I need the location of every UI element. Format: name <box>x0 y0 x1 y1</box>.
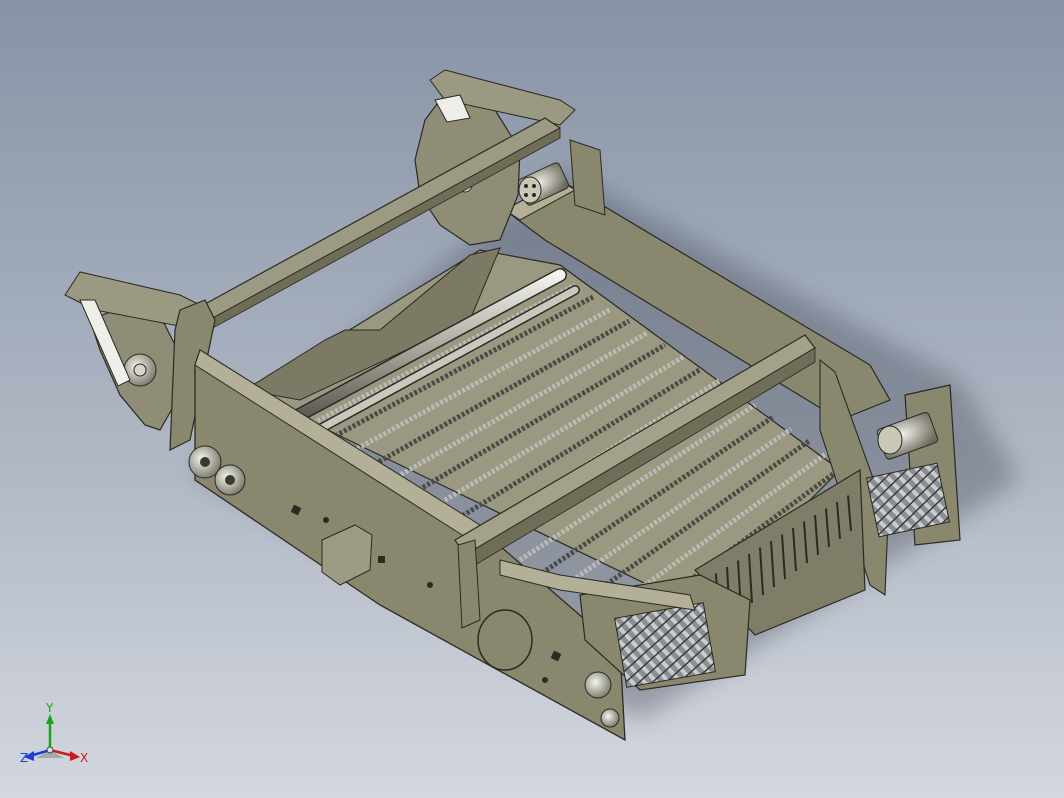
triad-origin <box>46 746 54 754</box>
triad-z-label: Z <box>20 751 28 765</box>
triad-x-label: X <box>80 751 88 765</box>
triad-x-arrow <box>70 751 80 761</box>
axis-triad[interactable]: Y X Z <box>18 700 98 780</box>
harvester-frame-model[interactable] <box>0 0 1064 798</box>
end-plate-back-right <box>569 139 606 216</box>
triad-y-label: Y <box>45 701 54 715</box>
cad-viewport[interactable]: Y X Z <box>0 0 1064 798</box>
front-chain-roll-left <box>614 602 716 688</box>
triad-y-arrow <box>46 714 54 724</box>
